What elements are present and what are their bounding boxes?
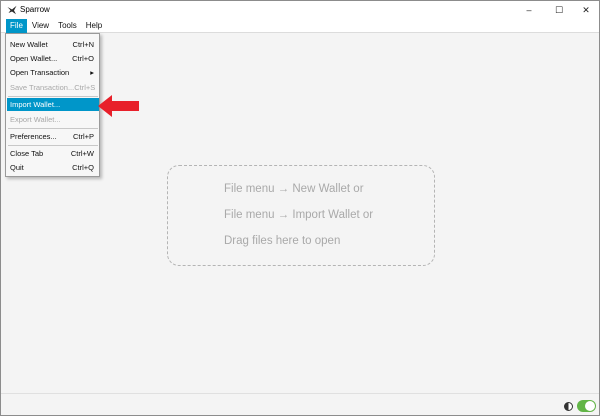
menu-item-shortcut: Ctrl+N xyxy=(72,40,94,49)
menu-bar: File View Tools Help xyxy=(1,18,599,33)
menu-item-shortcut: Ctrl+Q xyxy=(72,163,94,172)
menu-item-label: Close Tab xyxy=(10,149,44,158)
submenu-arrow-icon: ▸ xyxy=(90,68,94,77)
menu-item-quit[interactable]: Quit Ctrl+Q xyxy=(7,161,99,174)
menu-item-export-wallet: Export Wallet... xyxy=(7,113,99,126)
menu-item-close-tab[interactable]: Close Tab Ctrl+W xyxy=(7,147,99,160)
menu-item-shortcut: Ctrl+S xyxy=(74,83,96,92)
menu-item-label: Import Wallet... xyxy=(10,100,61,109)
menu-item-label: Save Transaction... xyxy=(10,83,75,92)
menu-item-shortcut: Ctrl+P xyxy=(72,132,94,141)
menu-item-label: Quit xyxy=(10,163,24,172)
maximize-button[interactable]: ☐ xyxy=(544,1,574,19)
menu-item-label: New Wallet xyxy=(10,40,48,49)
menu-separator xyxy=(8,96,98,97)
menu-separator xyxy=(8,128,98,129)
theme-contrast-icon[interactable] xyxy=(564,402,573,411)
menu-separator xyxy=(8,145,98,146)
menu-item-new-wallet[interactable]: New Wallet Ctrl+N xyxy=(7,38,99,51)
drop-zone-hint-import-wallet: File menu → Import Wallet or xyxy=(224,209,374,221)
menu-file[interactable]: File xyxy=(6,18,27,33)
close-window-button[interactable]: ✕ xyxy=(571,1,600,19)
file-menu-dropdown: New Wallet Ctrl+N Open Wallet... Ctrl+O … xyxy=(5,33,100,177)
menu-item-open-transaction[interactable]: Open Transaction ▸ xyxy=(7,66,99,79)
menu-item-label: Preferences... xyxy=(10,132,57,141)
drop-zone-hint-drag-files: Drag files here to open xyxy=(224,235,341,247)
menu-item-save-transaction: Save Transaction... Ctrl+S xyxy=(7,81,99,94)
menu-item-preferences[interactable]: Preferences... Ctrl+P xyxy=(7,130,99,143)
red-arrow-icon xyxy=(98,95,139,117)
window-title: Sparrow xyxy=(20,5,50,14)
menu-view[interactable]: View xyxy=(28,19,53,33)
status-bar xyxy=(1,393,599,415)
title-bar[interactable]: Sparrow – ☐ ✕ xyxy=(1,1,599,19)
menu-item-shortcut: Ctrl+O xyxy=(72,54,94,63)
menu-item-label: Export Wallet... xyxy=(10,115,61,124)
menu-item-import-wallet[interactable]: Import Wallet... xyxy=(7,98,99,111)
menu-item-label: Open Wallet... xyxy=(10,54,58,63)
menu-tools[interactable]: Tools xyxy=(54,19,81,33)
menu-item-label: Open Transaction xyxy=(10,68,70,77)
drop-zone[interactable]: File menu → New Wallet or File menu → Im… xyxy=(167,165,435,266)
online-toggle[interactable] xyxy=(577,400,596,412)
sparrow-logo-icon xyxy=(7,5,17,15)
toggle-knob xyxy=(585,401,595,411)
drop-zone-hint-new-wallet: File menu → New Wallet or xyxy=(224,183,364,195)
menu-help[interactable]: Help xyxy=(82,19,106,33)
menu-item-shortcut: Ctrl+W xyxy=(70,149,94,158)
menu-item-open-wallet[interactable]: Open Wallet... Ctrl+O xyxy=(7,52,99,65)
minimize-button[interactable]: – xyxy=(514,1,544,19)
